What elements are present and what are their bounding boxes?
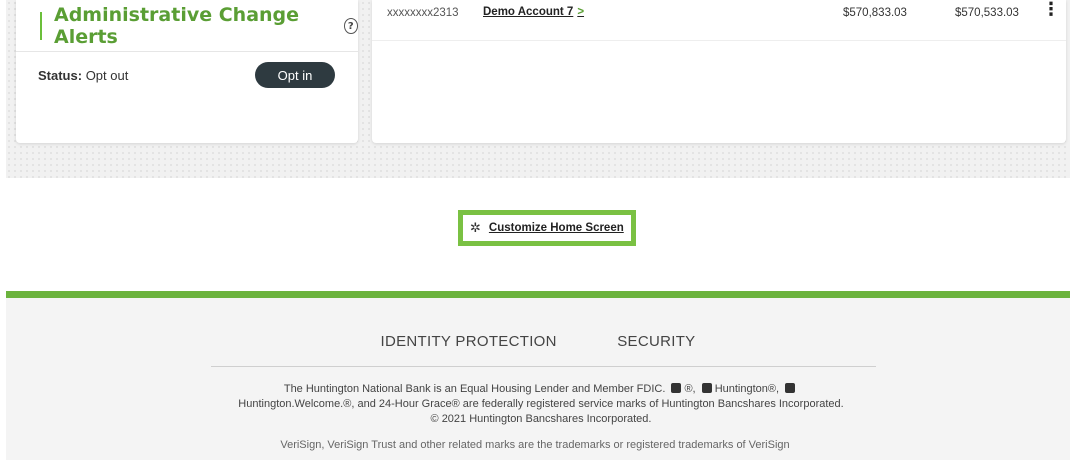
legal-line-1: The Huntington National Bank is an Equal… — [166, 382, 916, 397]
gear-icon: ✲ — [470, 220, 481, 235]
huntington-logo-icon — [671, 383, 682, 393]
alerts-title-text: Administrative Change Alerts — [54, 4, 300, 48]
more-options-icon[interactable]: ⋮ — [1042, 0, 1060, 18]
identity-protection-link[interactable]: IDENTITY PROTECTION — [381, 333, 557, 350]
footer-links: IDENTITY PROTECTION SECURITY — [6, 333, 1070, 350]
huntington-logo-icon — [785, 383, 796, 393]
divider — [16, 51, 358, 52]
legal-line-4: VeriSign, VeriSign Trust and other relat… — [280, 439, 790, 451]
legal-mark-1: ®, — [684, 383, 696, 395]
chevron-right-icon[interactable]: > — [577, 6, 584, 18]
administrative-alerts-card: Administrative Change Alerts ? Status: O… — [16, 0, 358, 143]
footer-divider — [211, 366, 876, 367]
customize-home-screen-button[interactable]: ✲ Customize Home Screen — [458, 210, 636, 246]
status-label: Status: — [38, 68, 83, 83]
security-link[interactable]: SECURITY — [617, 333, 695, 350]
legal-text-1: The Huntington National Bank is an Equal… — [283, 383, 666, 395]
table-row: xxxxxxxx2313 Demo Account 7 > $570,833.03… — [372, 0, 1066, 41]
alerts-title: Administrative Change Alerts ? — [40, 4, 358, 48]
help-icon[interactable]: ? — [343, 18, 358, 34]
account-name-text[interactable]: Demo Account 7 — [483, 6, 573, 18]
account-number: xxxxxxxx2313 — [387, 7, 459, 19]
account-name-link[interactable]: Demo Account 7 > — [483, 6, 584, 18]
huntington-logo-icon — [701, 383, 712, 393]
legal-line-3: © 2021 Huntington Bancshares Incorporate… — [430, 413, 652, 425]
legal-text: The Huntington National Bank is an Equal… — [166, 382, 916, 427]
legal-brand: Huntington — [714, 383, 768, 395]
opt-in-button[interactable]: Opt in — [255, 62, 335, 88]
status-value: Opt out — [85, 68, 129, 83]
current-balance: $570,833.03 — [843, 7, 907, 19]
footer: IDENTITY PROTECTION SECURITY The Hunting… — [6, 291, 1070, 460]
legal-mark-2: ®, — [767, 383, 780, 395]
available-balance: $570,533.03 — [955, 7, 1019, 19]
legal-line-2: Huntington.Welcome.®, and 24-Hour Grace®… — [238, 398, 844, 410]
customize-home-screen-link[interactable]: Customize Home Screen — [489, 222, 624, 234]
status-row: Status: Opt out — [38, 68, 128, 83]
accounts-card: xxxxxxxx2313 Demo Account 7 > $570,833.03… — [372, 0, 1066, 143]
